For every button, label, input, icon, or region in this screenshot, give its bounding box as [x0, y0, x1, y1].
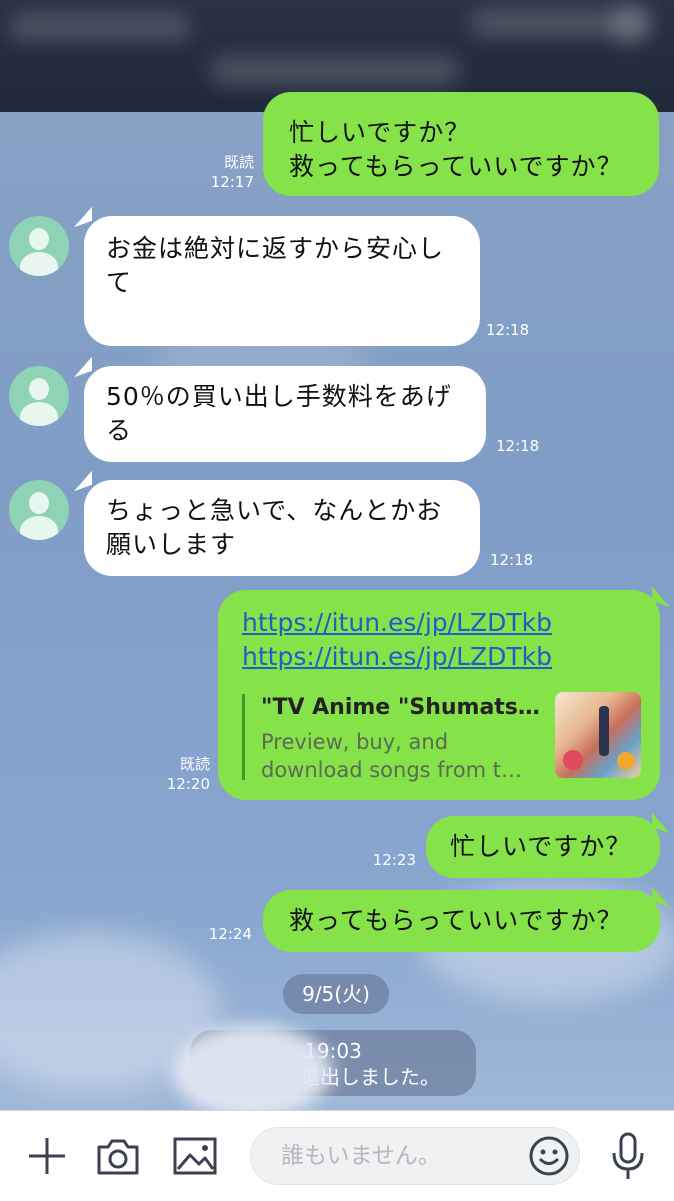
link-message[interactable]: https://itun.es/jp/LZDTkb https://itun.e…: [218, 590, 660, 800]
camera-icon[interactable]: [96, 1135, 140, 1177]
incoming-message[interactable]: お金は絶対に返すから安心し て: [84, 216, 480, 346]
message-line: 50％の買い出し手数料をあげ: [106, 382, 452, 411]
preview-desc-line: download songs from t…: [261, 758, 523, 782]
link-preview-card[interactable]: "TV Anime "Shumats… Preview, buy, and do…: [242, 692, 641, 782]
message-line: ちょっと急いで、なんとかお: [106, 496, 443, 525]
message-time: 12:20: [166, 775, 210, 793]
message-link[interactable]: https://itun.es/jp/LZDTkb: [242, 640, 660, 674]
outgoing-message[interactable]: 忙しいですか？: [426, 816, 660, 878]
preview-desc-line: Preview, buy, and: [261, 730, 449, 754]
message-time: 12:23: [372, 851, 416, 869]
message-line: る: [106, 416, 133, 445]
message-line: 救ってもらっていいですか？: [289, 906, 623, 935]
avatar[interactable]: [9, 480, 69, 540]
message-line: 忙しいですか？: [450, 832, 632, 861]
incoming-message[interactable]: ちょっと急いで、なんとかお 願いします: [84, 480, 480, 576]
message-line: 忙しいですか？: [289, 118, 471, 147]
date-separator: 9/5(火): [283, 974, 389, 1014]
redaction-smudge: [172, 1024, 332, 1118]
emoji-icon[interactable]: [528, 1135, 570, 1177]
chat-area[interactable]: 忙しいですか？ 救ってもらっていいですか？ 既読 12:17 お金は絶対に返すか…: [0, 92, 674, 1118]
message-line: 願いします: [106, 530, 237, 559]
message-line: て: [106, 268, 133, 297]
message-time: 12:24: [208, 925, 252, 943]
preview-title: "TV Anime "Shumats…: [261, 695, 540, 720]
message-time: 12:18: [486, 321, 530, 339]
outgoing-message[interactable]: 救ってもらっていいですか？: [263, 890, 660, 952]
avatar[interactable]: [9, 216, 69, 276]
message-time: 12:18: [496, 437, 540, 455]
outgoing-message[interactable]: 忙しいですか？ 救ってもらっていいですか？: [263, 92, 659, 196]
microphone-icon[interactable]: [608, 1131, 648, 1183]
avatar[interactable]: [9, 366, 69, 426]
preview-description: Preview, buy, and download songs from t…: [261, 728, 541, 784]
preview-thumbnail: [555, 692, 641, 778]
read-receipt: 既読: [179, 755, 210, 773]
plus-icon[interactable]: [26, 1135, 68, 1177]
read-receipt: 既読: [223, 153, 254, 171]
message-line: 救ってもらっていいですか？: [289, 152, 623, 181]
message-meta: 既読 12:17: [196, 152, 254, 192]
message-time: 12:18: [490, 551, 534, 569]
input-bar: 誰もいません。: [0, 1110, 674, 1201]
message-link[interactable]: https://itun.es/jp/LZDTkb: [242, 606, 660, 640]
incoming-message[interactable]: 50％の買い出し手数料をあげ る: [84, 366, 486, 462]
message-meta: 既読 12:20: [154, 754, 210, 794]
image-icon[interactable]: [172, 1135, 218, 1177]
message-time: 12:17: [210, 173, 254, 191]
message-line: お金は絶対に返すから安心し: [106, 234, 445, 263]
